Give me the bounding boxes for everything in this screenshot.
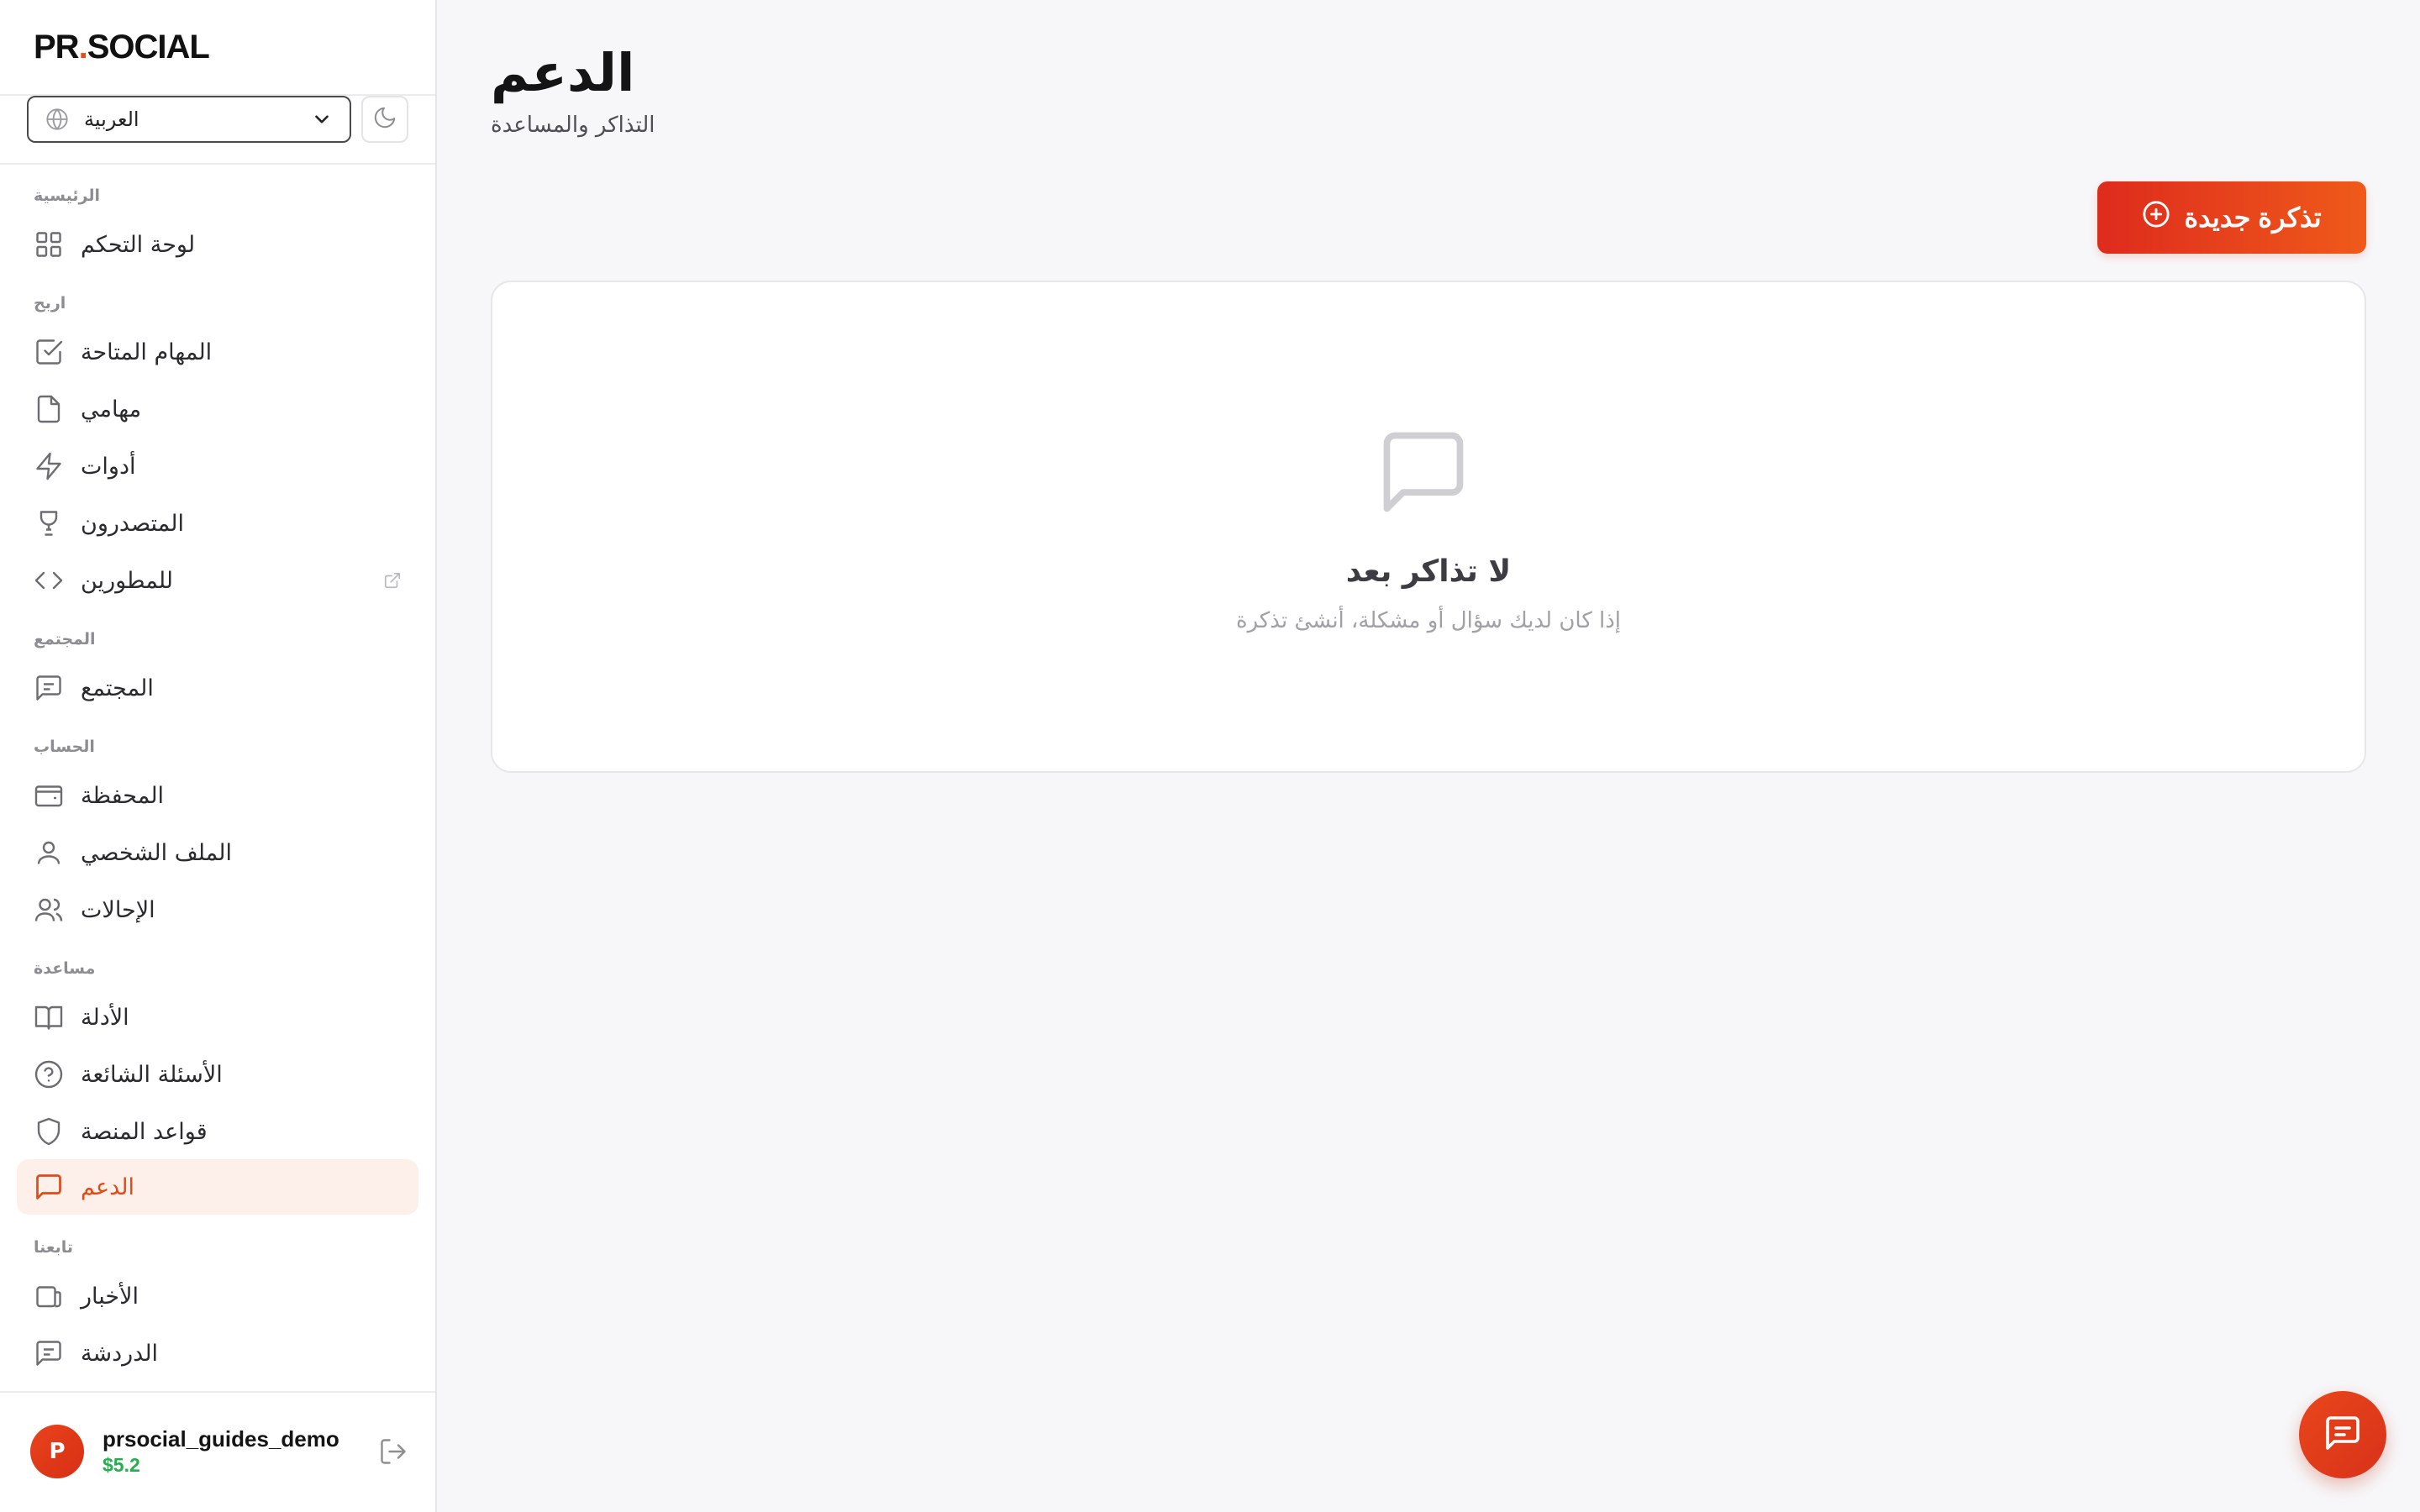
sidebar-item-label: للمطورين bbox=[81, 567, 173, 594]
shield-icon bbox=[34, 1116, 64, 1147]
lightning-icon bbox=[34, 451, 64, 481]
external-link-icon bbox=[383, 571, 402, 590]
sidebar-item-label: المحفظة bbox=[81, 782, 165, 809]
sidebar-item-dashboard[interactable]: لوحة التحكم bbox=[17, 217, 418, 272]
wallet-icon bbox=[34, 780, 64, 811]
sidebar-item-label: الإحالات bbox=[81, 896, 155, 923]
sidebar-item-guides[interactable]: الأدلة bbox=[17, 990, 418, 1045]
trophy-icon bbox=[34, 508, 64, 538]
language-value: العربية bbox=[84, 108, 139, 131]
sidebar-item-faq[interactable]: الأسئلة الشائعة bbox=[17, 1047, 418, 1102]
empty-state-title: لا تذاكر بعد bbox=[1345, 554, 1512, 589]
sidebar-item-label: الأدلة bbox=[81, 1004, 129, 1031]
empty-state-subtitle: إذا كان لديك سؤال أو مشكلة، أنشئ تذكرة bbox=[1235, 608, 1622, 633]
section-label-help: مساعدة bbox=[34, 959, 96, 978]
section-label-earn: اربح bbox=[34, 294, 66, 312]
sidebar-item-label: الأسئلة الشائعة bbox=[81, 1061, 223, 1088]
sidebar-item-label: الدعم bbox=[81, 1173, 134, 1200]
section-label-community: المجتمع bbox=[34, 630, 96, 648]
message-square-icon bbox=[1375, 423, 1472, 521]
sidebar-item-label: قواعد المنصة bbox=[81, 1118, 208, 1145]
sidebar-item-chat[interactable]: الدردشة bbox=[17, 1326, 418, 1381]
message-icon bbox=[34, 1172, 64, 1202]
main-content: الدعم التذاكر والمساعدة تذكرة جديدة لا ت… bbox=[437, 0, 2420, 1512]
sidebar-item-my-tasks[interactable]: مهامي bbox=[17, 381, 418, 437]
file-icon bbox=[34, 394, 64, 424]
sidebar-item-label: المهام المتاحة bbox=[81, 339, 213, 365]
moon-icon bbox=[372, 105, 397, 134]
sidebar-item-support[interactable]: الدعم bbox=[17, 1159, 418, 1215]
sidebar-item-developers[interactable]: للمطورين bbox=[17, 553, 418, 608]
grid-icon bbox=[34, 229, 64, 260]
help-circle-icon bbox=[34, 1059, 64, 1089]
username: prsocial_guides_demo bbox=[103, 1426, 339, 1452]
sidebar-item-rules[interactable]: قواعد المنصة bbox=[17, 1104, 418, 1159]
book-icon bbox=[34, 1002, 64, 1032]
empty-state-card: لا تذاكر بعد إذا كان لديك سؤال أو مشكلة،… bbox=[491, 281, 2366, 773]
users-icon bbox=[34, 895, 64, 925]
code-icon bbox=[34, 565, 64, 596]
sidebar-item-news[interactable]: الأخبار bbox=[17, 1268, 418, 1324]
new-ticket-label: تذكرة جديدة bbox=[2184, 202, 2322, 233]
sidebar-item-community[interactable]: المجتمع bbox=[17, 660, 418, 716]
divider bbox=[0, 163, 435, 165]
sidebar-item-label: الدردشة bbox=[81, 1340, 159, 1367]
chat-icon bbox=[34, 1338, 64, 1368]
check-square-icon bbox=[34, 337, 64, 367]
message-square-icon bbox=[34, 673, 64, 703]
sidebar-item-profile[interactable]: الملف الشخصي bbox=[17, 825, 418, 880]
sidebar-item-leaderboard[interactable]: المتصدرون bbox=[17, 496, 418, 551]
sidebar-item-available-tasks[interactable]: المهام المتاحة bbox=[17, 324, 418, 380]
page-subtitle: التذاكر والمساعدة bbox=[491, 113, 655, 138]
sidebar-item-label: الأخبار bbox=[81, 1283, 139, 1310]
logout-icon[interactable] bbox=[378, 1436, 408, 1467]
balance: $5.2 bbox=[103, 1454, 140, 1476]
sidebar: PR.SOCIAL العربية الرئيسية لوحة التحكم ا… bbox=[0, 0, 437, 1512]
language-select[interactable]: العربية bbox=[27, 96, 351, 143]
section-label-account: الحساب bbox=[34, 738, 95, 756]
sidebar-item-referrals[interactable]: الإحالات bbox=[17, 882, 418, 937]
sidebar-item-label: المتصدرون bbox=[81, 510, 184, 537]
sidebar-item-label: لوحة التحكم bbox=[81, 231, 196, 258]
user-icon bbox=[34, 837, 64, 868]
newspaper-icon bbox=[34, 1281, 64, 1311]
new-ticket-button[interactable]: تذكرة جديدة bbox=[2097, 181, 2366, 254]
user-card: P prsocial_guides_demo $5.2 bbox=[30, 1423, 408, 1480]
plus-circle-icon bbox=[2142, 200, 2170, 235]
user-info: prsocial_guides_demo $5.2 bbox=[103, 1426, 378, 1477]
section-label-follow: تابعنا bbox=[34, 1238, 74, 1257]
chat-icon bbox=[2323, 1413, 2363, 1457]
page-title: الدعم bbox=[491, 42, 635, 103]
avatar[interactable]: P bbox=[30, 1425, 84, 1478]
sidebar-item-label: أدوات bbox=[81, 453, 136, 480]
sidebar-item-label: مهامي bbox=[81, 396, 142, 423]
section-label-main: الرئيسية bbox=[34, 186, 100, 205]
sidebar-item-tools[interactable]: أدوات bbox=[17, 438, 418, 494]
sidebar-item-label: الملف الشخصي bbox=[81, 839, 232, 866]
logo[interactable]: PR.SOCIAL bbox=[34, 29, 210, 66]
divider bbox=[0, 1391, 435, 1393]
theme-toggle-button[interactable] bbox=[361, 96, 408, 143]
sidebar-item-wallet[interactable]: المحفظة bbox=[17, 768, 418, 823]
chevron-down-icon bbox=[311, 108, 333, 130]
chat-fab-button[interactable] bbox=[2299, 1391, 2386, 1478]
sidebar-item-label: المجتمع bbox=[81, 675, 154, 701]
globe-icon bbox=[45, 108, 69, 131]
